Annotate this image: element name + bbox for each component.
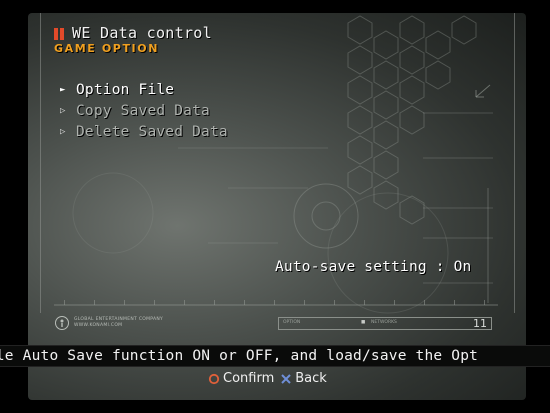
cross-button-icon bbox=[281, 373, 291, 384]
back-button[interactable]: Back bbox=[280, 371, 327, 386]
menu-item-copy-saved-data[interactable]: ▷ Copy Saved Data bbox=[60, 100, 228, 121]
back-label: Back bbox=[295, 371, 327, 386]
menu-item-option-file[interactable]: ► Option File bbox=[60, 79, 228, 100]
status-cell-option: OPTION bbox=[283, 320, 301, 325]
menu-item-delete-saved-data[interactable]: ▷ Delete Saved Data bbox=[60, 121, 228, 142]
arrow-outline-icon: ▷ bbox=[60, 126, 66, 137]
button-hints: Confirm Back bbox=[208, 371, 333, 386]
game-screen: WE Data control GAME OPTION ► Option Fil… bbox=[0, 0, 550, 413]
selected-arrow-icon: ► bbox=[60, 84, 66, 95]
footer-status-bar: OPTION ■ NETWORKS 11 bbox=[278, 317, 492, 330]
frame-line-right bbox=[514, 13, 515, 313]
menu-item-label: Delete Saved Data bbox=[76, 123, 228, 140]
confirm-label: Confirm bbox=[223, 371, 275, 386]
company-logo-text: GLOBAL ENTERTAINMENT COMPANY WWW.KONAMI.… bbox=[74, 317, 164, 328]
confirm-button[interactable]: Confirm bbox=[208, 371, 274, 386]
help-ticker: File Auto Save function ON or OFF, and l… bbox=[0, 345, 550, 367]
help-text: File Auto Save function ON or OFF, and l… bbox=[0, 348, 479, 364]
status-dot-icon: ■ bbox=[361, 320, 366, 325]
option-menu: ► Option File ▷ Copy Saved Data ▷ Delete… bbox=[60, 79, 228, 142]
konami-logo-icon bbox=[55, 316, 69, 330]
page-title: WE Data control bbox=[72, 24, 212, 42]
status-number: 11 bbox=[473, 317, 487, 330]
frame-line-left bbox=[40, 13, 41, 313]
page-subtitle: GAME OPTION bbox=[54, 42, 159, 55]
menu-item-label: Option File bbox=[76, 81, 175, 98]
background-decoration bbox=[54, 15, 498, 314]
menu-panel: WE Data control GAME OPTION ► Option Fil… bbox=[28, 13, 526, 400]
menu-item-label: Copy Saved Data bbox=[76, 102, 210, 119]
circle-button-icon bbox=[208, 373, 220, 384]
arrow-outline-icon: ▷ bbox=[60, 105, 66, 116]
status-cell-networks: NETWORKS bbox=[371, 320, 397, 325]
auto-save-status: Auto-save setting : On bbox=[275, 259, 472, 275]
title-marker-icon bbox=[54, 28, 64, 40]
